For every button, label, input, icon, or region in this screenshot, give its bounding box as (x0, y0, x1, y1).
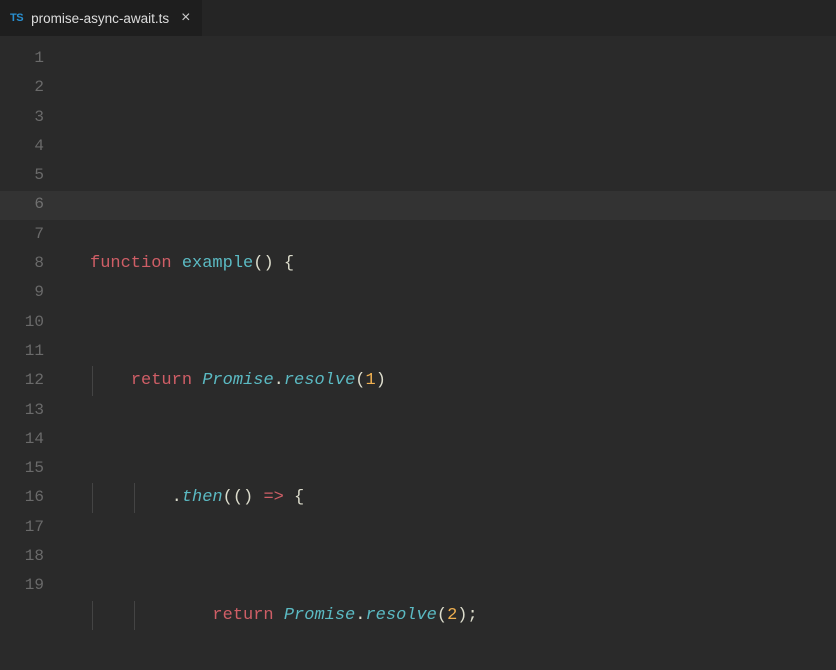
line-number: 18 (0, 542, 44, 571)
line-number: 11 (0, 337, 44, 366)
code-line: return Promise.resolve(2); (62, 601, 836, 630)
line-number: 4 (0, 132, 44, 161)
line-number: 17 (0, 513, 44, 542)
editor-tab[interactable]: TS promise-async-await.ts × (0, 0, 202, 36)
tab-bar: TS promise-async-await.ts × (0, 0, 836, 36)
line-number: 9 (0, 278, 44, 307)
line-number: 15 (0, 454, 44, 483)
line-number: 6 (0, 190, 44, 219)
code-line: return Promise.resolve(1) (62, 366, 836, 395)
line-number: 12 (0, 366, 44, 395)
typescript-icon: TS (10, 12, 23, 24)
line-number: 13 (0, 396, 44, 425)
line-number: 2 (0, 73, 44, 102)
line-number: 3 (0, 103, 44, 132)
tab-filename: promise-async-await.ts (31, 11, 169, 26)
line-number: 1 (0, 44, 44, 73)
line-number: 19 (0, 571, 44, 600)
line-number-gutter: 12345678910111213141516171819 (0, 36, 62, 670)
close-icon[interactable]: × (181, 9, 190, 27)
code-area[interactable]: function example() { return Promise.reso… (62, 36, 836, 670)
line-number: 16 (0, 483, 44, 512)
line-number: 10 (0, 308, 44, 337)
code-line (62, 132, 836, 161)
line-number: 7 (0, 220, 44, 249)
line-number: 5 (0, 161, 44, 190)
code-editor[interactable]: 12345678910111213141516171819 function e… (0, 36, 836, 670)
code-line: function example() { (62, 249, 836, 278)
code-line: .then(() => { (62, 483, 836, 512)
line-number: 8 (0, 249, 44, 278)
line-number: 14 (0, 425, 44, 454)
